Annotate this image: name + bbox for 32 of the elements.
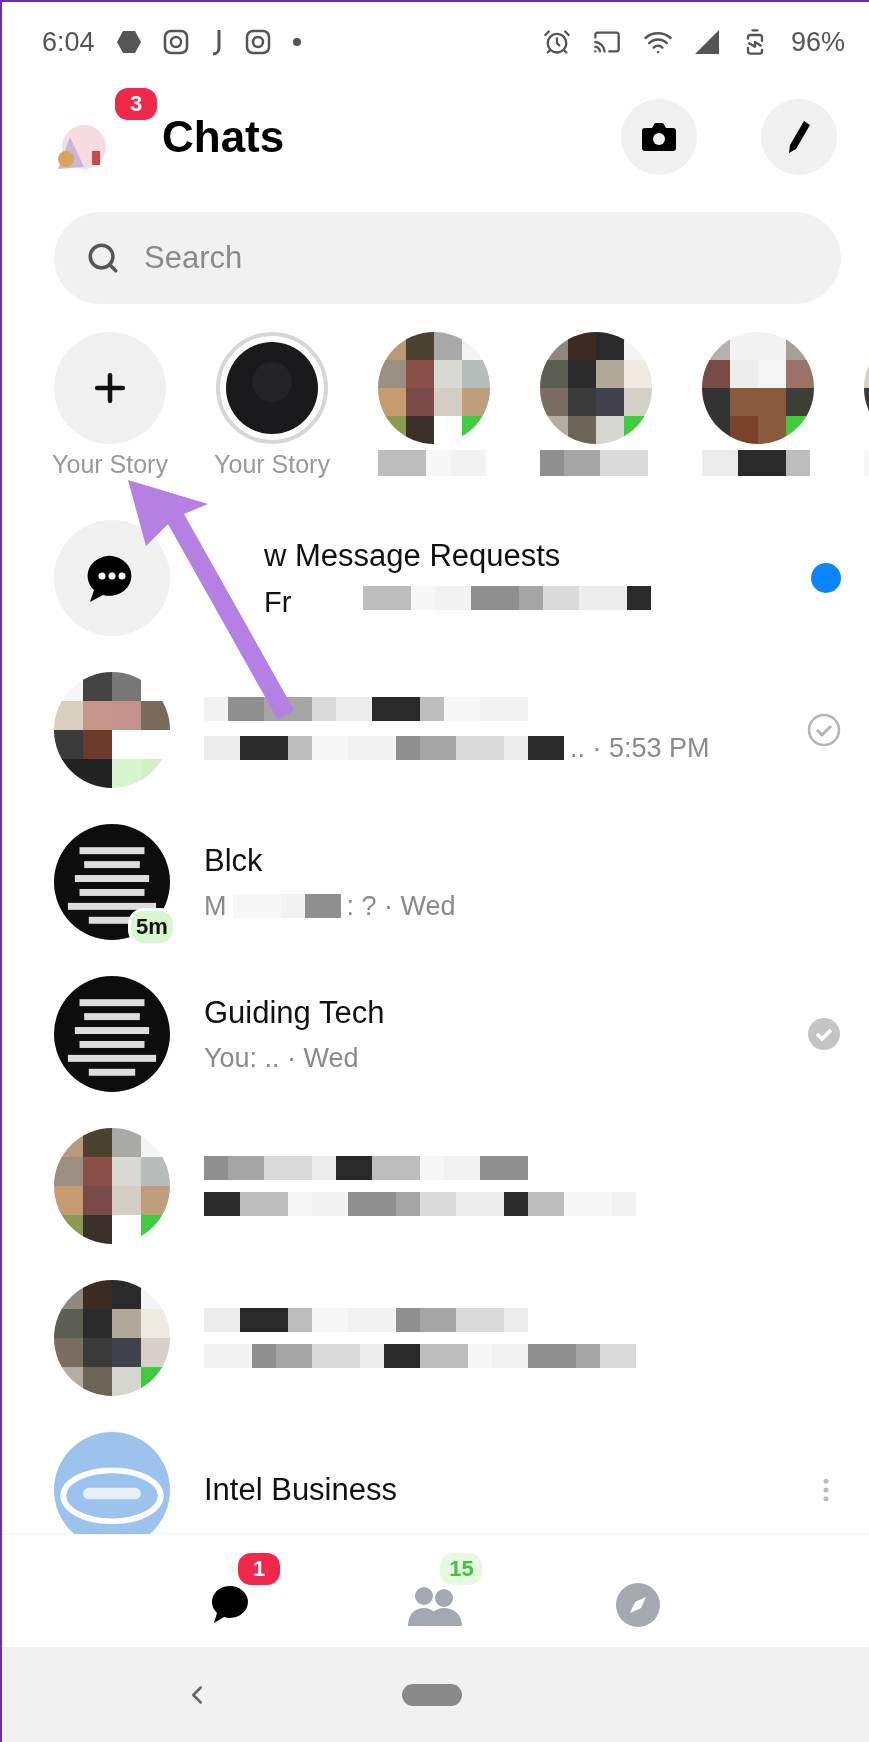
chat-name: Guiding Tech	[204, 994, 386, 1031]
alarm-icon	[542, 28, 571, 56]
active-time-badge: 5m	[128, 908, 176, 946]
story-label: Your Story	[214, 450, 330, 479]
dot-icon	[292, 38, 301, 46]
chat-preview: You: .. · Wed	[204, 1042, 359, 1074]
search-icon	[86, 241, 120, 275]
chat-name: Blck	[204, 842, 264, 879]
message-requests-icon[interactable]	[54, 520, 170, 636]
chat-preview: M	[204, 890, 227, 922]
signal-icon	[694, 30, 719, 54]
nav-tab[interactable]: 1	[173, 1546, 294, 1636]
story-label: Your Story	[52, 450, 168, 479]
page-title: Chats	[162, 112, 285, 162]
notification-badge: 3	[112, 85, 160, 123]
search-field[interactable]: Search	[142, 239, 809, 277]
camera-icon	[244, 29, 271, 55]
chat-preview: : ? · Wed	[346, 890, 456, 922]
battery-level: 96%	[790, 26, 845, 58]
compass-icon	[614, 1582, 661, 1628]
chat-name: Intel Business	[204, 1472, 398, 1508]
camera-icon	[641, 121, 677, 153]
search-bar[interactable]: Search	[54, 212, 841, 304]
hook-icon	[210, 28, 223, 56]
status-time: 6:04	[42, 26, 95, 58]
chat-name: w Message Requests	[264, 537, 562, 574]
chat-preview: Fr	[264, 585, 292, 619]
chat-preview: .. · 5:53 PM	[570, 732, 710, 764]
nav-tab[interactable]: 15	[375, 1546, 496, 1636]
app-icon	[116, 31, 141, 53]
camera-icon	[162, 29, 189, 55]
home-handle[interactable]	[402, 1683, 462, 1706]
